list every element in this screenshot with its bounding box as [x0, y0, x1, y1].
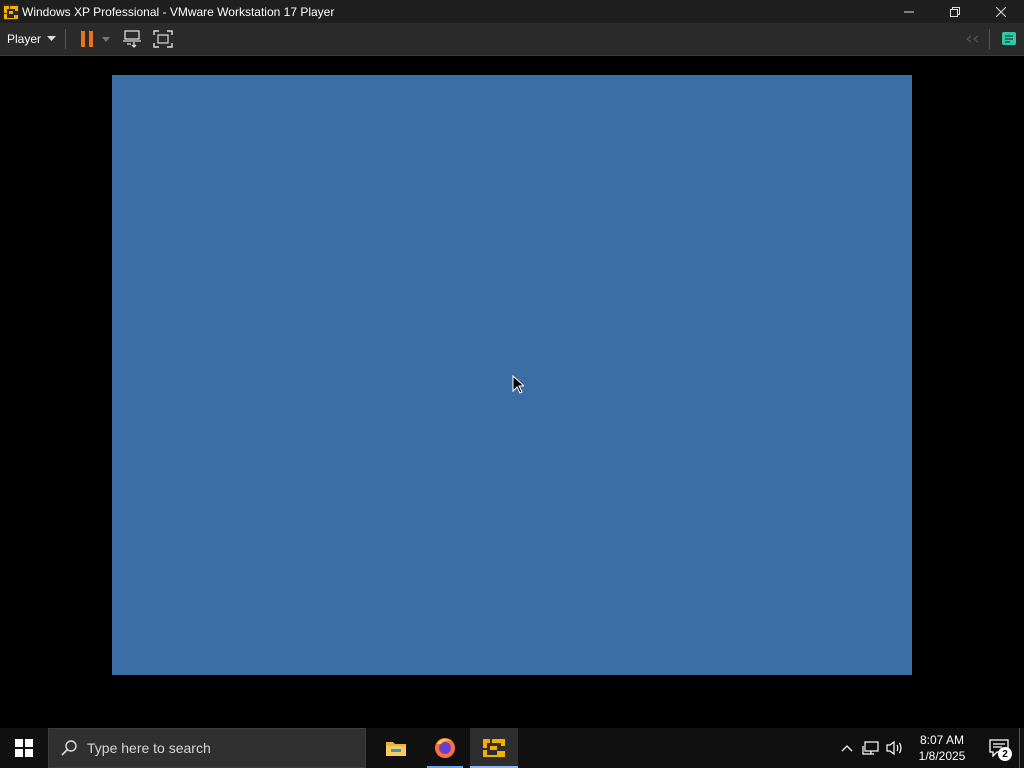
action-center-button[interactable]: 2 — [979, 728, 1019, 768]
taskbar-vmware-player[interactable] — [470, 728, 518, 768]
chevron-down-icon — [47, 36, 57, 41]
volume-icon — [886, 740, 902, 756]
notes-icon — [1002, 32, 1016, 45]
minimize-icon — [904, 11, 914, 12]
search-icon — [61, 740, 77, 756]
chevron-up-icon — [841, 745, 853, 752]
close-button[interactable] — [978, 0, 1024, 23]
firefox-icon — [435, 738, 455, 758]
vm-display-area — [0, 56, 1024, 728]
toolbar-divider — [989, 29, 990, 49]
windows-taskbar: Type here to search 8:07 AM 1/8/2025 2 — [0, 728, 1024, 768]
show-hidden-icons-button[interactable] — [835, 728, 859, 768]
taskbar-file-explorer[interactable] — [372, 728, 420, 768]
mouse-cursor-icon — [512, 375, 524, 394]
send-ctrl-alt-del-button[interactable] — [118, 27, 148, 51]
pause-icon — [81, 31, 94, 47]
system-tray: 8:07 AM 1/8/2025 2 — [835, 728, 1024, 768]
vmware-app-icon — [3, 3, 19, 20]
volume-button[interactable] — [883, 728, 907, 768]
fullscreen-button[interactable] — [148, 27, 178, 51]
vmware-player-icon — [483, 739, 505, 757]
screen: Windows XP Professional - VMware Worksta… — [0, 0, 1024, 768]
fullscreen-icon — [153, 30, 173, 48]
toolbar-divider — [65, 29, 67, 49]
player-menu-label: Player — [7, 32, 42, 46]
pinned-apps — [368, 728, 518, 768]
minimize-button[interactable] — [886, 0, 932, 23]
restore-button[interactable] — [932, 0, 978, 23]
start-button[interactable] — [0, 728, 48, 768]
power-options-dropdown[interactable] — [98, 27, 114, 51]
player-menu-button[interactable]: Player — [7, 27, 57, 51]
clock-date: 1/8/2025 — [918, 749, 966, 763]
taskbar-firefox[interactable] — [421, 728, 469, 768]
restore-icon — [950, 6, 960, 17]
send-ctrl-alt-del-icon — [123, 30, 142, 48]
pause-button[interactable] — [76, 27, 98, 51]
show-desktop-button[interactable] — [1019, 728, 1024, 768]
title-bar: Windows XP Professional - VMware Worksta… — [0, 0, 1024, 23]
network-button[interactable] — [859, 728, 883, 768]
close-icon — [996, 6, 1006, 17]
back-icon — [966, 35, 979, 43]
unity-button[interactable] — [959, 27, 985, 51]
network-icon — [862, 741, 879, 755]
notification-badge: 2 — [998, 747, 1012, 761]
player-toolbar: Player — [0, 23, 1024, 56]
search-placeholder: Type here to search — [87, 740, 211, 756]
window-title: Windows XP Professional - VMware Worksta… — [22, 4, 335, 19]
taskbar-search-box[interactable]: Type here to search — [48, 728, 366, 768]
notes-button[interactable] — [996, 27, 1022, 51]
file-explorer-icon — [386, 742, 406, 756]
clock-time: 8:07 AM — [919, 733, 965, 747]
chevron-down-icon — [102, 36, 111, 42]
guest-screen[interactable] — [112, 75, 912, 675]
windows-logo-icon — [15, 739, 33, 757]
taskbar-clock[interactable]: 8:07 AM 1/8/2025 — [911, 732, 973, 764]
